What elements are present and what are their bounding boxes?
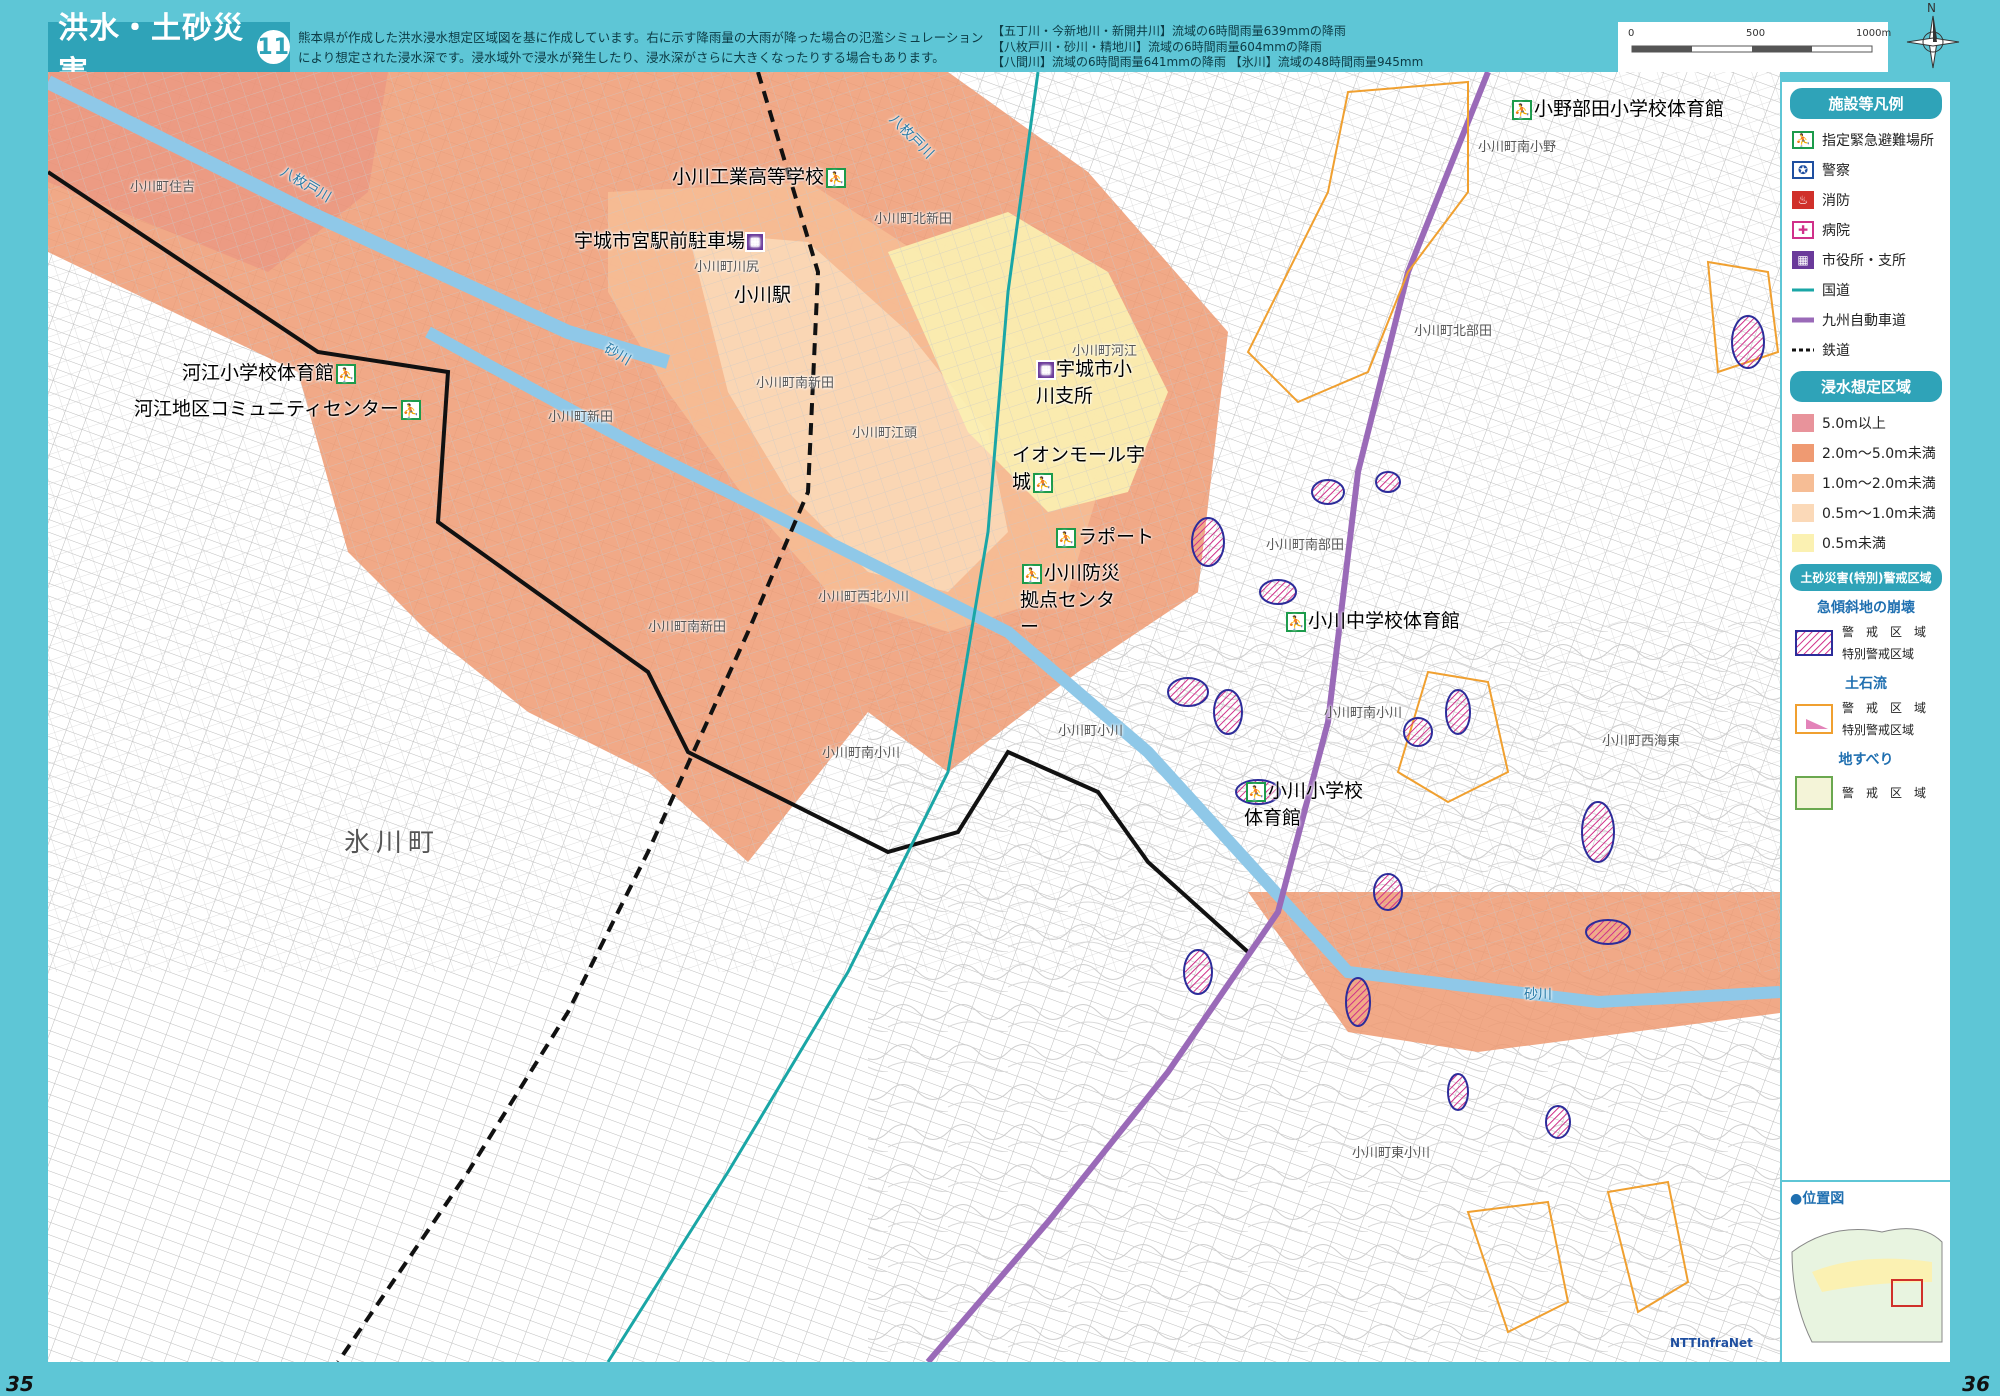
locator-title: ●位置図	[1790, 1191, 1845, 1207]
evacuation-icon: ⛹	[826, 167, 847, 188]
place-name: 小川町南新田	[648, 620, 727, 635]
expressway-icon	[1792, 311, 1814, 329]
place-name: 小川町川尻	[694, 260, 760, 275]
legend-item: 九州自動車道	[1782, 305, 1950, 335]
legend-flood-title: 浸水想定区域	[1790, 371, 1942, 402]
legend-steep-slope-title: 急傾斜地の崩壊	[1817, 600, 1915, 616]
place-name: 小川町南部田	[1266, 538, 1345, 553]
flood-swatch	[1792, 414, 1814, 432]
facility-label[interactable]: 小川工業高等学校 ⛹	[672, 162, 848, 189]
legend-item: ✪ 警察	[1782, 155, 1950, 185]
legend-debris-flow-title: 土石流	[1845, 676, 1887, 692]
legend-flood-item: 1.0m〜2.0m未満	[1782, 468, 1950, 498]
legend-flood-item: 0.5m未満	[1782, 528, 1950, 558]
railway-icon	[1792, 341, 1814, 359]
description-text: 熊本県が作成した洪水浸水想定区域図を基に作成しています。右に示す降雨量の大雨が降…	[298, 30, 984, 65]
legend-landslide: 警 戒 区 域	[1782, 769, 1950, 817]
legend-item: ♨ 消防	[1782, 185, 1950, 215]
place-name: 小川町新田	[548, 410, 614, 425]
legend-debris-flow: 警 戒 区 域特別警戒区域	[1782, 693, 1950, 745]
legend-panel: 施設等凡例 ⛹ 指定緊急避難場所 ✪ 警察 ♨ 消防 ✚ 病院 ▦ 市役所・支所 国道 九…	[1782, 82, 1950, 1362]
river-label: 砂川	[1524, 987, 1552, 1003]
legend-flood-item: 0.5m〜1.0m未満	[1782, 498, 1950, 528]
legend-sediment-title: 土砂災害(特別)警戒区域	[1790, 564, 1942, 591]
evacuation-icon: ⛹	[1022, 563, 1042, 584]
flood-swatch	[1792, 504, 1814, 522]
evacuation-icon: ⛹	[1246, 781, 1266, 802]
facility-label[interactable]: イオンモール宇城 ⛹	[1012, 440, 1162, 494]
evacuation-icon: ⛹	[1792, 131, 1814, 149]
place-name: 小川町小川	[1058, 724, 1124, 739]
place-name: 小川町西北小川	[818, 590, 910, 605]
hazard-map[interactable]: ⛹ 小野部田小学校体育館 小川工業高等学校 ⛹ 宇城市宮駅前駐車場 ▦ 小川駅 河江小…	[48, 72, 1780, 1362]
legend-landslide-title: 地すべり	[1838, 752, 1894, 768]
locator-map: ●位置図	[1782, 1180, 1950, 1362]
facility-label[interactable]: 河江地区コミュニティセンター ⛹	[134, 394, 423, 421]
legend-item: ▦ 市役所・支所	[1782, 245, 1950, 275]
cityhall-icon: ▦	[1792, 251, 1814, 269]
flood-swatch	[1792, 474, 1814, 492]
north-label: N	[1927, 1, 1936, 15]
evacuation-icon: ⛹	[400, 399, 421, 420]
national-road-icon	[1792, 281, 1814, 299]
debris-flow-icon	[1795, 704, 1833, 734]
cityhall-icon: ▦	[745, 231, 766, 252]
facility-label[interactable]: ▦ 宇城市小川支所	[1036, 354, 1146, 408]
rain-line: 【八間川】流域の6時間雨量641mmの降雨 【氷川】流域の48時間雨量945mm	[992, 55, 1424, 69]
place-name: 小川町北部田	[1414, 324, 1493, 339]
facility-label[interactable]: ⛹ 小野部田小学校体育館	[1510, 94, 1724, 121]
legend-steep-slope: 警 戒 区 域特別警戒区域	[1782, 617, 1950, 669]
place-name: 小川町南小野	[1478, 140, 1557, 155]
facility-label[interactable]: ⛹ 小川防災拠点センター	[1020, 558, 1130, 639]
facility-label[interactable]: 宇城市宮駅前駐車場 ▦	[574, 226, 766, 253]
flood-swatch	[1792, 534, 1814, 552]
place-name: 小川町西海東	[1602, 734, 1681, 749]
title-number: 11	[257, 30, 290, 64]
steep-slope-icon	[1795, 630, 1833, 656]
place-name: 小川町東小川	[1352, 1146, 1431, 1161]
page-number-right: 36	[1962, 1372, 1990, 1396]
place-name: 小川町南新田	[756, 376, 835, 391]
place-name: 小川町河江	[1072, 344, 1138, 359]
evacuation-icon: ⛹	[1033, 472, 1054, 493]
hospital-icon: ✚	[1792, 221, 1814, 239]
legend-item: ✚ 病院	[1782, 215, 1950, 245]
credit-logo: NTTInfraNet	[1670, 1336, 1753, 1350]
evacuation-icon: ⛹	[1056, 527, 1076, 548]
place-name: 小川町江頭	[852, 426, 918, 441]
facility-label[interactable]: ⛹ 小川小学校体育館	[1244, 776, 1364, 830]
place-name: 小川町住吉	[130, 180, 196, 195]
station-label: 小川駅	[734, 284, 792, 306]
rainfall-info: 【五丁川・今新地川・新開井川】流域の6時間雨量639mmの降雨 【八枚戸川・砂川…	[992, 24, 1612, 71]
map-canvas	[48, 72, 1780, 1362]
legend-facilities-title: 施設等凡例	[1790, 88, 1942, 119]
town-name: 氷川町	[344, 828, 441, 858]
legend-flood-item: 2.0m〜5.0m未満	[1782, 438, 1950, 468]
rain-line: 【五丁川・今新地川・新開井川】流域の6時間雨量639mmの降雨	[992, 24, 1346, 38]
legend-flood-item: 5.0m以上	[1782, 408, 1950, 438]
evacuation-icon: ⛹	[336, 363, 357, 384]
legend-item: 国道	[1782, 275, 1950, 305]
scale-bar: 0 500 1000m	[1618, 22, 1891, 72]
place-name: 小川町南小川	[822, 746, 901, 761]
locator-graphic	[1791, 1228, 1943, 1343]
north-arrow-icon: N	[1905, 0, 1961, 70]
cityhall-icon: ▦	[1036, 359, 1056, 380]
police-icon: ✪	[1792, 161, 1814, 179]
facility-label[interactable]: 河江小学校体育館 ⛹	[182, 358, 358, 385]
place-name: 小川町北新田	[874, 212, 953, 227]
fire-icon: ♨	[1792, 191, 1814, 209]
legend-item: ⛹ 指定緊急避難場所	[1782, 125, 1950, 155]
facility-label[interactable]: ⛹ ラポート	[1054, 522, 1154, 549]
place-name: 小川町南小川	[1324, 706, 1403, 721]
landslide-icon	[1795, 776, 1833, 810]
rain-line: 【八枚戸川・砂川・精地川】流域の6時間雨量604mmの降雨	[992, 39, 1322, 54]
facility-label[interactable]: ⛹ 小川中学校体育館	[1284, 606, 1460, 633]
evacuation-icon: ⛹	[1286, 611, 1306, 632]
page-number-left: 35	[6, 1372, 34, 1396]
map-title: 洪水・土砂災害 11	[48, 11, 290, 90]
flood-swatch	[1792, 444, 1814, 462]
evacuation-icon: ⛹	[1512, 99, 1532, 120]
legend-item: 鉄道	[1782, 335, 1950, 365]
